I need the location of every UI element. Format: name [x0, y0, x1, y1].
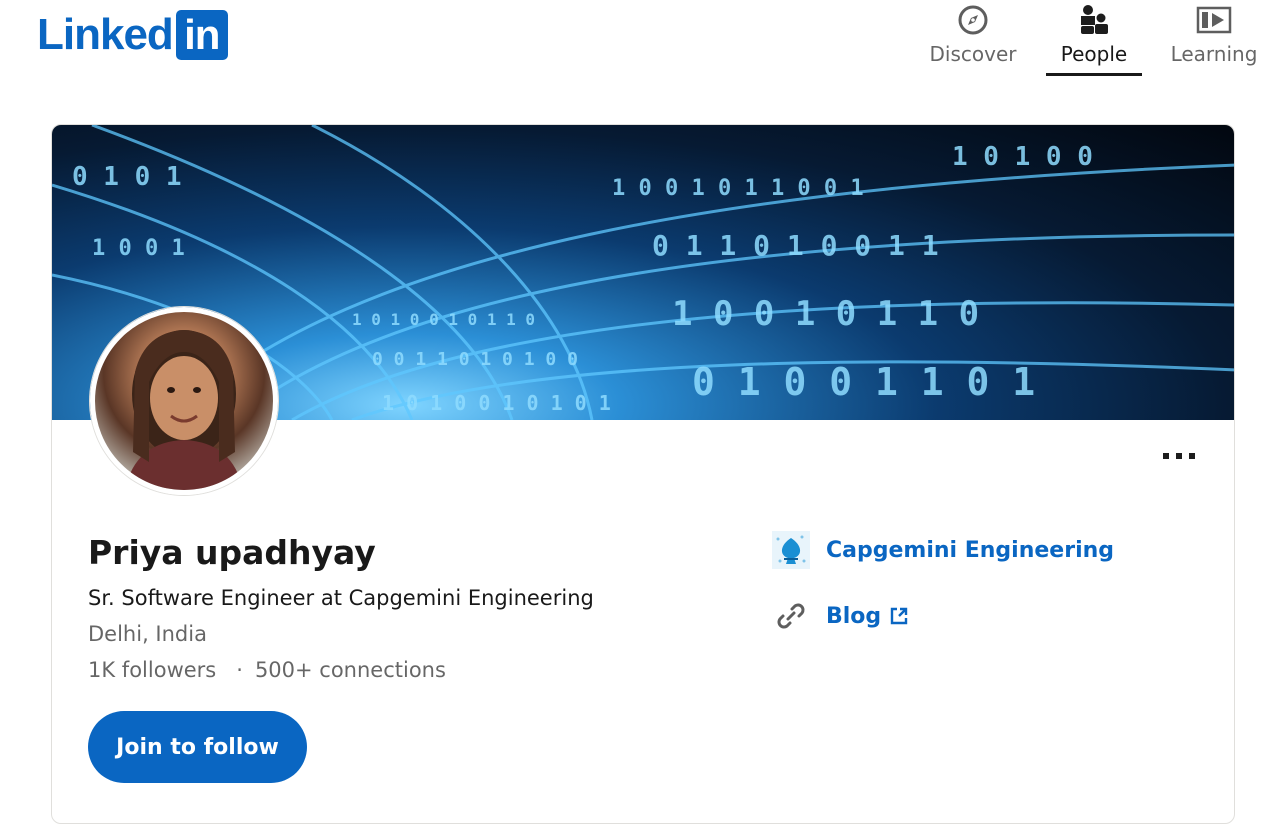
logo-in-box: in	[175, 10, 228, 60]
svg-text:1 0 1 0 0: 1 0 1 0 0	[952, 142, 1093, 172]
profile-avatar	[90, 307, 278, 495]
svg-text:1 0 0 1: 1 0 0 1	[92, 236, 185, 261]
nav-label-discover: Discover	[929, 42, 1017, 66]
profile-stats: 1K followers · 500+ connections	[88, 658, 446, 682]
more-horizontal-icon	[1163, 453, 1195, 459]
nav-item-people[interactable]: People	[1046, 0, 1142, 76]
company-name: Capgemini Engineering	[826, 537, 1115, 563]
svg-text:1 0 1 0 0 1 0 1 0 1: 1 0 1 0 0 1 0 1 0 1	[382, 391, 611, 415]
svg-text:0 1 0 1: 0 1 0 1	[72, 162, 182, 192]
company-logo-icon	[772, 531, 810, 569]
nav-label-people: People	[1060, 42, 1128, 66]
linkedin-logo[interactable]: Linked in	[37, 10, 228, 60]
blog-label: Blog	[826, 603, 882, 629]
link-icon	[772, 597, 810, 635]
stats-separator: ·	[236, 658, 243, 682]
external-link-icon	[889, 606, 909, 626]
blog-link[interactable]: Blog	[772, 597, 909, 635]
connections-count: 500+ connections	[254, 658, 446, 682]
video-icon	[1196, 4, 1232, 36]
svg-text:0 1 0 0 1 1 0 1: 0 1 0 0 1 1 0 1	[692, 360, 1035, 404]
more-options-button[interactable]	[1152, 441, 1206, 471]
nav-item-learning[interactable]: Learning	[1170, 0, 1258, 76]
nav-label-learning: Learning	[1170, 42, 1258, 66]
svg-text:0 0 1 1 0 1 0 1 0 0: 0 0 1 1 0 1 0 1 0 0	[372, 349, 578, 370]
people-icon	[1078, 4, 1110, 36]
top-header: Linked in Discover People Learning	[0, 0, 1261, 90]
profile-location: Delhi, India	[88, 622, 207, 646]
join-to-follow-button[interactable]: Join to follow	[88, 711, 307, 783]
compass-icon	[957, 4, 989, 36]
svg-text:1 0 0 1 0 1 1 0: 1 0 0 1 0 1 1 0	[672, 294, 979, 334]
svg-text:0 1 1 0 1 0 0 1 1: 0 1 1 0 1 0 0 1 1	[652, 229, 939, 262]
profile-headline: Sr. Software Engineer at Capgemini Engin…	[88, 586, 594, 610]
nav-item-discover[interactable]: Discover	[929, 0, 1017, 76]
profile-name: Priya upadhyay	[88, 533, 376, 572]
profile-card: 1 0 0 1 0 1 1 0 0 1 0 1 1 0 1 0 0 1 1 1 …	[51, 124, 1235, 824]
logo-wordmark: Linked	[37, 10, 174, 59]
svg-text:1 0 1 0 0 1 0 1 1 0: 1 0 1 0 0 1 0 1 1 0	[352, 310, 535, 329]
followers-count: 1K followers	[88, 658, 217, 682]
svg-text:1 0 0 1 0 1 1 0 0 1: 1 0 0 1 0 1 1 0 0 1	[612, 176, 864, 201]
company-link[interactable]: Capgemini Engineering	[772, 531, 1114, 569]
